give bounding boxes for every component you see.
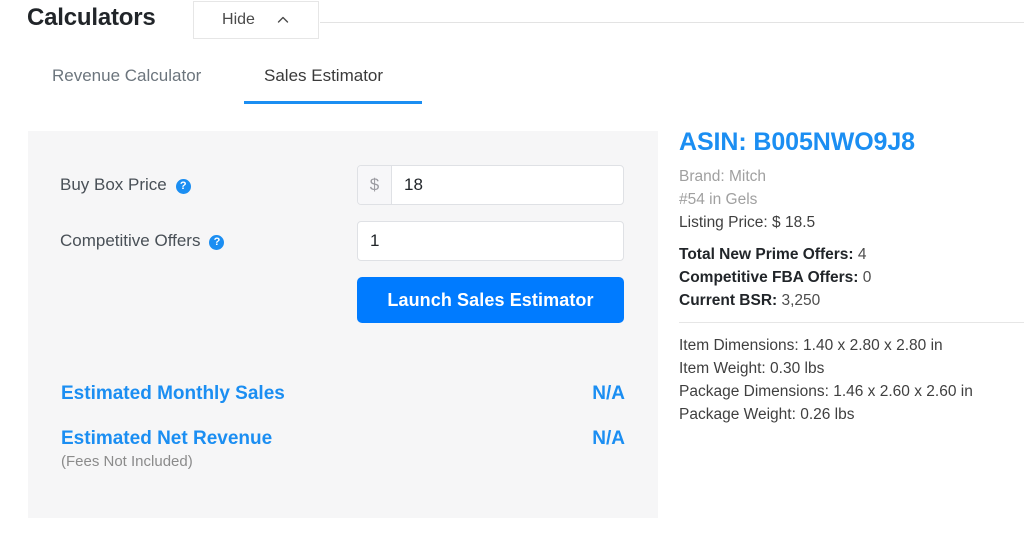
- hide-button[interactable]: Hide: [193, 1, 319, 39]
- active-tab-indicator: [244, 101, 422, 104]
- tab-sales-estimator[interactable]: Sales Estimator: [264, 66, 383, 102]
- product-rank: #54 in Gels: [679, 188, 1024, 211]
- page-header: Calculators Hide: [0, 0, 1024, 56]
- currency-prefix: $: [358, 166, 392, 204]
- estimated-net-revenue-label: Estimated Net Revenue: [61, 428, 272, 450]
- info-spacer: [679, 234, 1024, 243]
- total-new-prime-offers-value: 4: [858, 246, 867, 263]
- total-new-prime-offers-key: Total New Prime Offers:: [679, 246, 854, 263]
- product-brand: Brand: Mitch: [679, 165, 1024, 188]
- help-circle-icon[interactable]: ?: [209, 235, 224, 250]
- competitive-offers-label: Competitive Offers ?: [60, 221, 224, 261]
- total-new-prime-offers: Total New Prime Offers: 4: [679, 243, 1024, 266]
- current-bsr-key: Current BSR:: [679, 292, 777, 309]
- buy-box-price-input-wrap: $: [357, 165, 624, 205]
- header-divider: [320, 22, 1024, 23]
- current-bsr-value: 3,250: [781, 292, 820, 309]
- competitive-fba-offers: Competitive FBA Offers: 0: [679, 266, 1024, 289]
- help-circle-icon[interactable]: ?: [176, 179, 191, 194]
- tab-revenue-calculator[interactable]: Revenue Calculator: [52, 66, 201, 102]
- chevron-up-icon: [276, 13, 290, 27]
- competitive-offers-label-text: Competitive Offers: [60, 231, 200, 251]
- sales-estimator-panel: Buy Box Price ? $ Competitive Offers ? L…: [28, 131, 658, 518]
- buy-box-price-input[interactable]: [392, 166, 623, 204]
- calculator-tabs: Revenue Calculator Sales Estimator: [0, 66, 1024, 104]
- current-bsr: Current BSR: 3,250: [679, 289, 1024, 312]
- competitive-offers-row: Competitive Offers ?: [28, 221, 658, 261]
- page-title: Calculators: [27, 4, 156, 32]
- product-listing-price: Listing Price: $ 18.5: [679, 211, 1024, 234]
- competitive-offers-input[interactable]: [358, 222, 623, 260]
- buy-box-price-row: Buy Box Price ? $: [28, 165, 658, 205]
- competitive-fba-offers-key: Competitive FBA Offers:: [679, 269, 858, 286]
- info-divider: [679, 322, 1024, 323]
- competitive-offers-input-wrap: [357, 221, 624, 261]
- item-weight: Item Weight: 0.30 lbs: [679, 357, 1024, 380]
- estimated-monthly-sales-value: N/A: [592, 383, 625, 405]
- estimated-monthly-sales-label: Estimated Monthly Sales: [61, 383, 285, 405]
- estimated-net-revenue-value: N/A: [592, 428, 625, 450]
- buy-box-price-label-text: Buy Box Price: [60, 175, 167, 195]
- competitive-fba-offers-value: 0: [863, 269, 872, 286]
- buy-box-price-label: Buy Box Price ?: [60, 165, 191, 205]
- product-info-panel: ASIN: B005NWO9J8 Brand: Mitch #54 in Gel…: [679, 128, 1024, 426]
- hide-button-label: Hide: [222, 12, 255, 28]
- package-weight: Package Weight: 0.26 lbs: [679, 403, 1024, 426]
- estimated-net-revenue-note: (Fees Not Included): [61, 453, 193, 470]
- item-dimensions: Item Dimensions: 1.40 x 2.80 x 2.80 in: [679, 334, 1024, 357]
- asin-heading[interactable]: ASIN: B005NWO9J8: [679, 128, 1024, 157]
- package-dimensions: Package Dimensions: 1.46 x 2.60 x 2.60 i…: [679, 380, 1024, 403]
- launch-sales-estimator-button[interactable]: Launch Sales Estimator: [357, 277, 624, 323]
